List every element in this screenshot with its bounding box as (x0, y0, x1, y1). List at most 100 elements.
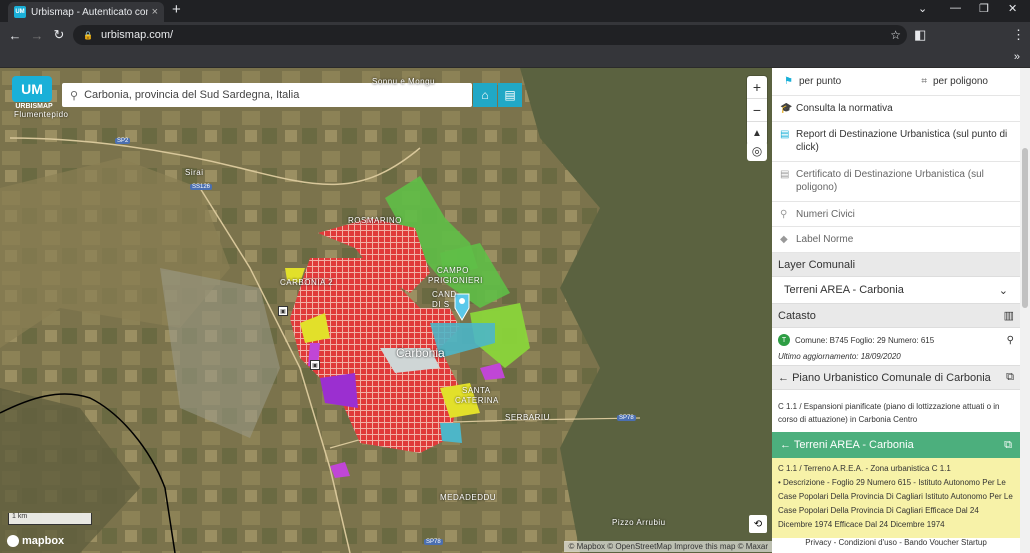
restore-icon[interactable]: ❐ (979, 2, 989, 15)
search-parcel-icon[interactable]: ⚲ (1007, 335, 1014, 346)
label-norme[interactable]: ◆ Label Norme (772, 227, 1020, 253)
tab-bar: UM Urbismap - Autenticato come ut × + ⌄ … (0, 0, 1030, 22)
train-station-icon[interactable]: ▣ (278, 306, 288, 316)
minimize-icon[interactable]: — (950, 2, 961, 14)
home-icon: ⌂ (481, 88, 489, 102)
bookmark-star-icon[interactable]: ☆ (890, 28, 901, 42)
tab-search-icon[interactable]: ⌄ (918, 2, 927, 15)
terreni-detail: C 1.1 / Terreno A.R.E.A. - Zona urbanist… (772, 458, 1020, 543)
per-poligono-option[interactable]: ⌗ per poligono (921, 76, 988, 87)
zoom-control: + − ▲ (747, 76, 767, 145)
terreni-title: Terreni AREA - Carbonia (793, 439, 914, 451)
catasto-aggiornamento: Ultimo aggiornamento: 18/09/2020 (772, 352, 1020, 366)
label-campo: CAMPO (437, 266, 469, 275)
panel-scrollbar[interactable] (1020, 68, 1030, 553)
document-icon: ▤ (504, 88, 516, 102)
map-attribution[interactable]: © Mapbox © OpenStreetMap Improve this ma… (564, 541, 772, 552)
bus-station-icon[interactable]: ▣ (310, 360, 320, 370)
tag-icon: ◆ (780, 234, 788, 245)
per-punto-label: per punto (798, 76, 842, 87)
label-sirai: Sirai (185, 168, 204, 177)
side-panel-icon[interactable]: ◧ (914, 27, 926, 43)
geolocate-button[interactable]: ◎ (747, 141, 767, 161)
consulta-normativa[interactable]: 🎓 Consulta la normativa (772, 96, 1020, 122)
label-rosmarino: ROSMARINO (348, 216, 402, 225)
per-poligono-label: per poligono (932, 76, 988, 87)
map-pin-icon: ⚲ (780, 208, 788, 220)
label-flumentepido: Flumentepido (14, 110, 69, 119)
puc-title: Piano Urbanistico Comunale di Carbonia (792, 371, 991, 384)
rotate-button[interactable]: ⟲ (749, 515, 767, 533)
graduation-cap-icon: 🎓 (780, 103, 793, 114)
map-view[interactable]: UM URBISMAP ⚲ ⌂ ▤ + − ▲ ◎ Sonnu e Mongu … (0, 68, 772, 553)
search-box[interactable]: ⚲ (62, 83, 472, 107)
browser-tab[interactable]: UM Urbismap - Autenticato come ut × (8, 2, 164, 22)
certificato-destinazione[interactable]: ▤ Certificato di Destinazione Urbanistic… (772, 162, 1020, 202)
urbismap-favicon-icon: UM (14, 6, 26, 18)
label-cand: CAND (432, 290, 457, 299)
tab-close-icon[interactable]: × (152, 6, 158, 18)
terreni-line2: • Descrizione - Foglio 29 Numero 615 - I… (778, 478, 1013, 529)
lock-icon: 🔒 (83, 30, 93, 40)
layer-selected-value: Terreni AREA - Carbonia (784, 284, 904, 296)
label-carbonia: Carbonia (396, 346, 445, 360)
back-arrow-icon[interactable]: ← (778, 372, 789, 384)
rotate-icon: ⟲ (753, 518, 763, 530)
catasto-header: Catasto ▥ (772, 304, 1020, 328)
label-pizzo: Pizzo Arrubiu (612, 518, 666, 527)
report-destinazione[interactable]: ▤ Report di Destinazione Urbanistica (su… (772, 122, 1020, 162)
label-medadeddu: MEDADEDDU (440, 493, 497, 502)
logo-sub: URBISMAP (15, 103, 53, 110)
footer-links[interactable]: Privacy - Condizioni d'uso - Bando Vouch… (772, 538, 1020, 553)
external-link-white-icon[interactable]: ⧉ (1004, 439, 1012, 452)
crosshair-icon: ◎ (751, 144, 763, 158)
map-icon[interactable]: ▥ (1004, 309, 1014, 322)
close-window-icon[interactable]: ✕ (1008, 2, 1017, 15)
scale-bar: 1 km (8, 513, 92, 525)
chevron-down-icon: ⌄ (998, 284, 1008, 297)
zoom-in-button[interactable]: + (747, 76, 767, 99)
menu-icon[interactable]: ⋮ (1012, 27, 1025, 43)
bookmarks-more-icon[interactable]: » (1014, 51, 1020, 63)
point-icon: ⚑ (784, 76, 793, 87)
puc-text: C 1.1 / Espansioni pianificate (piano di… (778, 402, 1000, 424)
label-sonnu: Sonnu e Mongu (372, 77, 435, 86)
search-input[interactable] (84, 89, 464, 101)
catasto-info: Comune: B745 Foglio: 29 Numero: 615 (795, 335, 935, 345)
address-bar[interactable]: 🔒 urbismap.com/ ☆ (73, 25, 907, 45)
report-label: Report di Destinazione Urbanistica (sul … (796, 129, 1008, 153)
catasto-badge: T (778, 334, 790, 346)
road-sp78-east: SP78 (617, 415, 636, 421)
consulta-label: Consulta la normativa (796, 103, 893, 114)
catasto-title: Catasto (778, 309, 816, 322)
search-icon: ⚲ (70, 89, 79, 102)
mapbox-wordmark: mapbox (22, 535, 65, 547)
forward-icon[interactable]: → (26, 28, 48, 43)
mapbox-logo[interactable]: mapbox (7, 535, 64, 547)
file-icon: ▤ (780, 129, 790, 140)
new-tab-button[interactable]: + (172, 1, 181, 18)
puc-header[interactable]: ← Piano Urbanistico Comunale di Carbonia… (772, 366, 1020, 390)
road-sp2: SP2 (115, 138, 131, 144)
road-sp78-south: SP78 (424, 539, 443, 545)
back-arrow-white-icon[interactable]: ← (780, 439, 791, 451)
zoom-out-button[interactable]: − (747, 99, 767, 122)
side-panel: ⚑ per punto ⌗ per poligono 🎓 Consulta la n… (772, 68, 1020, 553)
bookmarks-bar: » (0, 48, 1030, 68)
numeri-civici[interactable]: ⚲ Numeri Civici (772, 202, 1020, 227)
label-prigionieri: PRIGIONIERI (428, 276, 483, 285)
external-link-icon[interactable]: ⧉ (1006, 371, 1014, 384)
back-icon[interactable]: ← (4, 28, 26, 43)
per-punto-option[interactable]: ⚑ per punto (784, 76, 841, 87)
catasto-info-row: T Comune: B745 Foglio: 29 Numero: 615 ⚲ (772, 328, 1020, 352)
label-norme-label: Label Norme (796, 234, 854, 245)
document-button[interactable]: ▤ (498, 83, 522, 107)
terreni-header[interactable]: ← Terreni AREA - Carbonia ⧉ (772, 432, 1020, 458)
layer-select[interactable]: Terreni AREA - Carbonia ⌄ (772, 277, 1020, 304)
reload-icon[interactable]: ↻ (48, 27, 70, 43)
label-carbonia2: CARBONIA 2 (280, 278, 334, 287)
scrollbar-thumb[interactable] (1022, 148, 1028, 308)
home-button[interactable]: ⌂ (473, 83, 497, 107)
label-serbariu: SERBARIU (505, 413, 550, 422)
mapbox-icon (7, 535, 19, 547)
